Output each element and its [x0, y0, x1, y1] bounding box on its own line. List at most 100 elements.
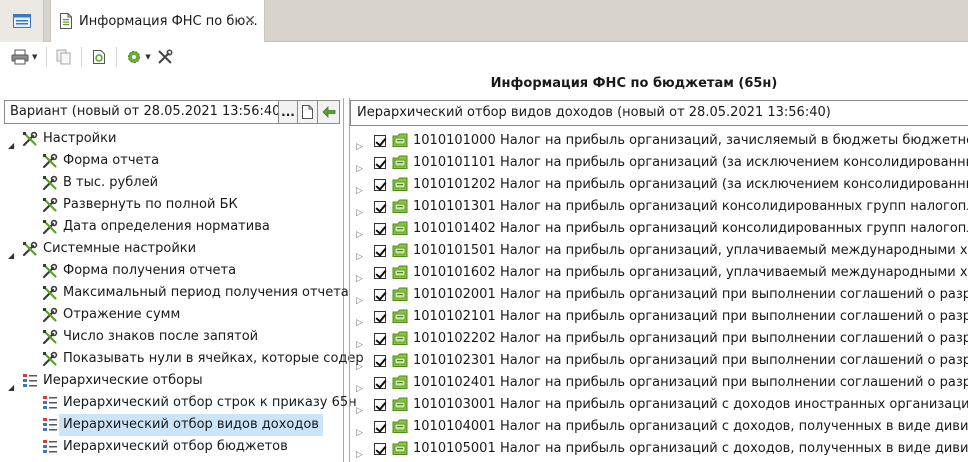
list-item[interactable]: ▷ 1010101301 Налог на прибыль организаций … [350, 196, 968, 218]
expand-arrow-icon[interactable]: ▷ [356, 246, 363, 262]
income-code: 1010105001 [413, 441, 496, 456]
income-code: 1010102301 [413, 353, 496, 368]
checkbox[interactable] [374, 377, 386, 389]
tree-item[interactable]: ◢ Системные настройки [0, 238, 344, 260]
expand-arrow-icon[interactable]: ▷ [356, 312, 363, 328]
expand-arrow-icon[interactable]: ▷ [356, 422, 363, 438]
expand-arrow-icon[interactable]: ▷ [356, 224, 363, 240]
tools-button[interactable] [154, 46, 176, 68]
checkbox[interactable] [374, 333, 386, 345]
checkbox[interactable] [374, 399, 386, 411]
income-name: Налог на прибыль организаций (за исключе… [500, 177, 968, 192]
tree-item[interactable]: Максимальный период получения отчета [0, 282, 349, 304]
income-name: Налог на прибыль организаций при выполне… [500, 331, 968, 346]
arrow-left-icon [321, 106, 335, 118]
tree-item[interactable]: Дата определения норматива [0, 216, 344, 238]
toolbar-divider [46, 47, 48, 67]
checkbox[interactable] [374, 157, 386, 169]
expand-arrow-icon[interactable]: ▷ [356, 158, 363, 174]
checkbox[interactable] [374, 245, 386, 257]
income-name: Налог на прибыль организаций с доходов, … [500, 419, 968, 434]
document-icon [302, 105, 313, 119]
variant-field[interactable]: Вариант (новый от 28.05.2021 13:56:40) [4, 100, 278, 124]
expand-arrow-icon[interactable]: ▷ [356, 400, 363, 416]
expand-arrow-icon[interactable]: ▷ [356, 136, 363, 152]
tree-item[interactable]: Показывать нули в ячейках, которые содер [0, 348, 364, 370]
folder-icon [392, 309, 409, 328]
checkbox[interactable] [374, 311, 386, 323]
expand-arrow-icon[interactable]: ▷ [356, 378, 363, 394]
income-name: Налог на прибыль организаций при выполне… [500, 287, 968, 302]
list-item[interactable]: ▷ 1010101000 Налог на прибыль организаций,… [350, 130, 968, 152]
panel-header: Иерархический отбор видов доходов (новый… [350, 100, 968, 126]
expand-arrow-icon[interactable]: ▷ [356, 202, 363, 218]
income-code: 1010103001 [413, 397, 496, 412]
checkbox[interactable] [374, 355, 386, 367]
tree-item[interactable]: Иерархический отбор видов доходов [0, 414, 344, 436]
tree-item[interactable]: Развернуть по полной БК [0, 194, 344, 216]
expand-arrow-icon[interactable]: ▷ [356, 334, 363, 350]
income-code: 1010104001 [413, 419, 496, 434]
expand-arrow-icon[interactable]: ▷ [356, 444, 363, 460]
print-button[interactable]: ▼ [8, 46, 40, 68]
checkbox[interactable] [374, 443, 386, 455]
list-item[interactable]: ▷ 1010101402 Налог на прибыль организаций … [350, 218, 968, 240]
list-item[interactable]: ▷ 1010101501 Налог на прибыль организаций,… [350, 240, 968, 262]
list-item[interactable]: ▷ 1010102101 Налог на прибыль организаций … [350, 306, 968, 328]
copy-button[interactable] [53, 46, 75, 68]
tree-item[interactable]: Иерархический отбор строк к приказу 65н [0, 392, 357, 414]
checkbox[interactable] [374, 421, 386, 433]
chevron-down-icon[interactable]: ▼ [32, 53, 37, 61]
list-item[interactable]: ▷ 1010102001 Налог на прибыль организаций … [350, 284, 968, 306]
tree-item[interactable]: Форма отчета [0, 150, 344, 172]
checkbox[interactable] [374, 223, 386, 235]
tree-item-label: Форма получения отчета [63, 263, 237, 278]
tree-item[interactable]: ◢ Настройки [0, 128, 344, 150]
income-code: 1010101602 [413, 265, 496, 280]
variant-back-button[interactable] [318, 100, 340, 124]
expand-arrow-icon[interactable]: ▷ [356, 290, 363, 306]
folder-icon [392, 397, 409, 416]
expand-arrow-icon[interactable]: ▷ [356, 268, 363, 284]
expand-arrow-icon[interactable]: ▷ [356, 356, 363, 372]
close-icon[interactable]: ✕ [244, 13, 256, 29]
list-item[interactable]: ▷ 1010103001 Налог на прибыль организаций … [350, 394, 968, 416]
list-item[interactable]: ▷ 1010102401 Налог на прибыль организаций … [350, 372, 968, 394]
income-code: 1010101101 [413, 155, 496, 170]
list-item[interactable]: ▷ 1010101202 Налог на прибыль организаций … [350, 174, 968, 196]
chevron-down-icon[interactable]: ▼ [145, 53, 150, 61]
income-code: 1010101202 [413, 177, 496, 192]
expand-arrow-icon[interactable]: ▷ [356, 180, 363, 196]
variant-browse-button[interactable]: ... [278, 100, 298, 124]
tree-item[interactable]: Форма получения отчета [0, 260, 344, 282]
checkbox[interactable] [374, 179, 386, 191]
list-item[interactable]: ▷ 1010105001 Налог на прибыль организаций … [350, 438, 968, 460]
checkbox[interactable] [374, 267, 386, 279]
copy-icon [56, 49, 71, 65]
variant-document-button[interactable] [298, 100, 318, 124]
list-item[interactable]: ▷ 1010104001 Налог на прибыль организаций … [350, 416, 968, 438]
tree-item[interactable]: Иерархический отбор бюджетов [0, 436, 344, 458]
folder-icon [392, 221, 409, 240]
list-item[interactable]: ▷ 1010102202 Налог на прибыль организаций … [350, 328, 968, 350]
income-name: Налог на прибыль организаций консолидиро… [500, 221, 968, 236]
list-item[interactable]: ▷ 1010101602 Налог на прибыль организаций,… [350, 262, 968, 284]
list-item[interactable]: ▷ 1010102301 Налог на прибыль организаций … [350, 350, 968, 372]
toolbar-divider [116, 47, 118, 67]
checkbox[interactable] [374, 135, 386, 147]
checkbox[interactable] [374, 201, 386, 213]
settings-button[interactable]: ▼ [123, 46, 153, 68]
tree-item[interactable]: В тыс. рублей [0, 172, 344, 194]
refresh-button[interactable] [88, 46, 110, 68]
tab-fns-info[interactable]: Информация ФНС по бю... ✕ [50, 0, 265, 42]
tree-item[interactable]: Отражение сумм [0, 304, 344, 326]
tools-icon [158, 49, 173, 64]
income-name: Налог на прибыль организаций при выполне… [500, 353, 968, 368]
home-tab[interactable] [0, 0, 44, 42]
list-item[interactable]: ▷ 1010101101 Налог на прибыль организаций … [350, 152, 968, 174]
folder-icon [392, 331, 409, 350]
tree-item[interactable]: ◢ Иерархические отборы [0, 370, 344, 392]
tree-item[interactable]: Число знаков после запятой [0, 326, 344, 348]
income-name: Налог на прибыль организаций, уплачиваем… [500, 243, 968, 258]
checkbox[interactable] [374, 289, 386, 301]
